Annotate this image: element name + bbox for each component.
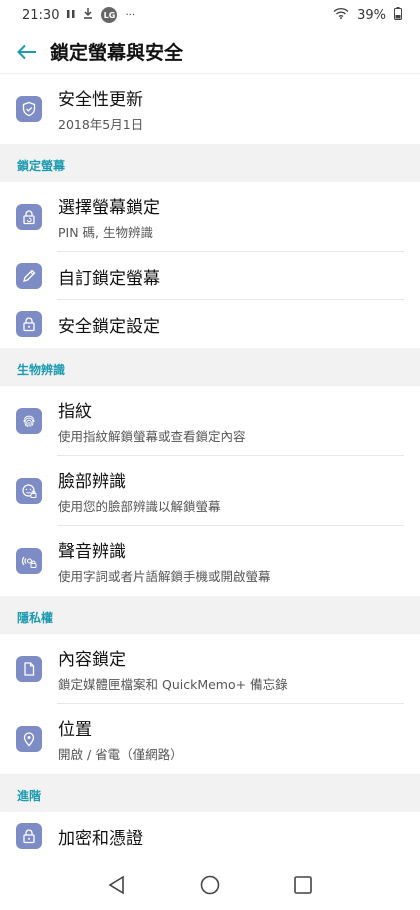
lock-icon bbox=[16, 823, 42, 849]
secure-lock-settings-item[interactable]: 安全鎖定設定 bbox=[0, 300, 420, 348]
item-title: 聲音辨識 bbox=[58, 542, 126, 562]
navigation-bar bbox=[0, 864, 420, 910]
security-update-item[interactable]: 安全性更新 2018年5月1日 bbox=[0, 74, 420, 144]
section-header-lock-screen: 鎖定螢幕 bbox=[0, 144, 420, 182]
section-header-biometrics: 生物辨識 bbox=[0, 348, 420, 386]
item-subtitle: 使用您的臉部辨識以解鎖螢幕 bbox=[58, 499, 221, 514]
home-nav-button[interactable] bbox=[199, 874, 221, 900]
item-subtitle: 使用指紋解鎖螢幕或查看鎖定內容 bbox=[58, 429, 246, 444]
item-title: 臉部辨識 bbox=[58, 472, 126, 492]
triangle-back-icon bbox=[108, 875, 124, 895]
recents-nav-button[interactable] bbox=[292, 874, 314, 900]
back-button[interactable] bbox=[12, 37, 42, 67]
item-title: 自訂鎖定螢幕 bbox=[58, 268, 160, 289]
arrow-back-icon bbox=[17, 44, 36, 59]
item-subtitle: 2018年5月1日 bbox=[58, 117, 144, 132]
more-notifications-icon: ··· bbox=[125, 9, 136, 21]
section-header-privacy: 隱私權 bbox=[0, 596, 420, 634]
location-pin-icon bbox=[16, 726, 42, 752]
battery-icon bbox=[394, 6, 402, 24]
voice-recognition-item[interactable]: 聲音辨識 使用字詞或者片語解鎖手機或開啟螢幕 bbox=[0, 526, 420, 596]
section-header-advanced: 進階 bbox=[0, 774, 420, 812]
item-subtitle: 開啟 / 省電（僅網路） bbox=[58, 747, 183, 762]
wifi-icon bbox=[333, 7, 349, 23]
item-subtitle: 鎖定媒體匣檔案和 QuickMemo+ 備忘錄 bbox=[58, 677, 288, 692]
circle-home-icon bbox=[200, 875, 220, 895]
item-title: 指紋 bbox=[58, 402, 92, 422]
item-title: 位置 bbox=[58, 720, 92, 740]
lock-icon bbox=[16, 311, 42, 337]
item-title: 安全性更新 bbox=[58, 90, 143, 110]
document-icon bbox=[16, 656, 42, 682]
item-title: 加密和憑證 bbox=[58, 828, 143, 849]
item-subtitle: 使用字詞或者片語解鎖手機或開啟螢幕 bbox=[58, 569, 271, 584]
fingerprint-item[interactable]: 指紋 使用指紋解鎖螢幕或查看鎖定內容 bbox=[0, 386, 420, 456]
shield-icon bbox=[16, 96, 42, 122]
customize-lock-screen-item[interactable]: 自訂鎖定螢幕 bbox=[0, 252, 420, 300]
face-recognition-item[interactable]: 臉部辨識 使用您的臉部辨識以解鎖螢幕 bbox=[0, 456, 420, 526]
item-title: 內容鎖定 bbox=[58, 650, 126, 670]
voice-lock-icon bbox=[16, 548, 42, 574]
clock: 21:30 bbox=[22, 7, 60, 23]
select-screen-lock-item[interactable]: 選擇螢幕鎖定 PIN 碼, 生物辨識 bbox=[0, 182, 420, 252]
pause-icon bbox=[67, 8, 75, 23]
encryption-credentials-item[interactable]: 加密和憑證 bbox=[0, 812, 420, 860]
square-recents-icon bbox=[294, 876, 313, 894]
fingerprint-icon bbox=[16, 408, 42, 434]
item-title: 安全鎖定設定 bbox=[58, 316, 160, 337]
face-lock-icon bbox=[16, 478, 42, 504]
back-nav-button[interactable] bbox=[106, 874, 128, 900]
download-icon bbox=[83, 7, 93, 23]
status-bar: 21:30 LG ··· 39% bbox=[0, 0, 420, 30]
item-subtitle: PIN 碼, 生物辨識 bbox=[58, 225, 153, 240]
item-title: 選擇螢幕鎖定 bbox=[58, 198, 160, 218]
location-item[interactable]: 位置 開啟 / 省電（僅網路） bbox=[0, 704, 420, 774]
content-lock-item[interactable]: 內容鎖定 鎖定媒體匣檔案和 QuickMemo+ 備忘錄 bbox=[0, 634, 420, 704]
lock-refresh-icon bbox=[16, 204, 42, 230]
lg-icon: LG bbox=[101, 7, 118, 23]
page-title: 鎖定螢幕與安全 bbox=[50, 42, 184, 64]
battery-level: 39% bbox=[357, 7, 386, 23]
app-bar: 鎖定螢幕與安全 bbox=[0, 30, 420, 74]
pencil-icon bbox=[16, 263, 42, 289]
